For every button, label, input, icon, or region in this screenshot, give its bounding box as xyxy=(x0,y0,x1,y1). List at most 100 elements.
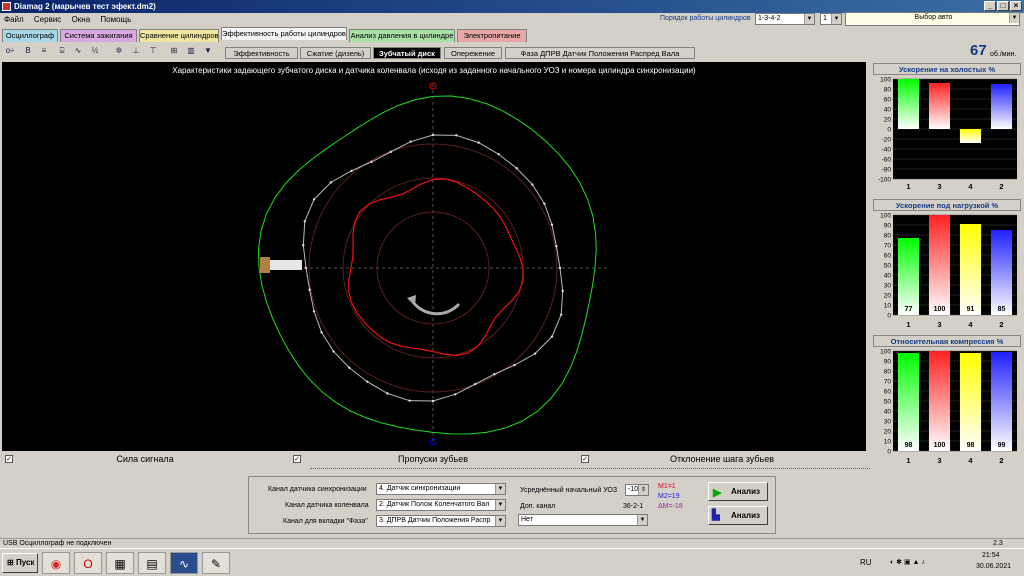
bar-value-label: 91 xyxy=(967,306,975,313)
tooth-point-10 xyxy=(558,266,562,270)
measure-icon[interactable]: ⊞ xyxy=(167,44,181,58)
tab-3[interactable]: Сравнение цилиндров xyxy=(139,29,219,42)
paint-icon[interactable]: ✎ xyxy=(202,552,230,574)
menu-help[interactable]: Помощь xyxy=(100,15,131,24)
tooth-point-26 xyxy=(312,310,316,313)
chrome-icon[interactable]: ◉ xyxy=(42,552,70,574)
tooth-point-29 xyxy=(302,243,305,247)
chevron-down-icon: ▼ xyxy=(831,14,841,24)
menu-file[interactable]: Файл xyxy=(4,15,24,24)
language-indicator[interactable]: RU xyxy=(860,558,872,567)
checkbox-icon: ✓ xyxy=(5,455,13,463)
auto-select[interactable]: Выбор авто ▼ xyxy=(845,12,1020,26)
opera-icon[interactable]: O xyxy=(74,552,102,574)
legend-tooth-deviation[interactable]: ✓ Отклонение шага зубьев xyxy=(578,453,866,466)
tab-6[interactable]: Электропитание xyxy=(457,29,527,42)
crank-channel-select[interactable]: 2. Датчик Полож Коленчатого Вал ▼ xyxy=(376,499,506,511)
fraction-icon[interactable]: ½ xyxy=(88,44,102,58)
uoz-stepper[interactable]: -10 ⇕ xyxy=(625,484,649,496)
clock-date[interactable]: 30.06.2021 xyxy=(976,563,1011,570)
chart-icon[interactable]: ⌸ xyxy=(55,44,69,58)
bar-2 xyxy=(990,230,1013,315)
tooth-pattern: 36-2-1 xyxy=(623,503,644,510)
y-tick-label: 10 xyxy=(884,439,892,446)
x-tick-label: 3 xyxy=(937,182,941,191)
rotation-arrowhead xyxy=(407,295,416,306)
cylinder-select[interactable]: 1 ▼ xyxy=(820,13,842,25)
tooth-disc-plot[interactable]: Характеристики задающего зубчатого диска… xyxy=(2,62,866,451)
clock-time[interactable]: 21:54 xyxy=(982,552,1000,559)
chevron-down-icon: ▼ xyxy=(495,516,505,526)
tooth-point-8 xyxy=(550,223,554,226)
y-tick-label: 40 xyxy=(884,409,892,416)
tab-5[interactable]: Анализ давления в цилиндре xyxy=(349,29,455,42)
tab-2[interactable]: Система зажигания xyxy=(60,29,137,42)
bar-value-label: 99 xyxy=(998,442,1006,449)
diamag-icon[interactable]: ∿ xyxy=(170,552,198,574)
transform-icon[interactable]: ⊤ xyxy=(146,44,160,58)
load-acceleration-chart: 10090807060504030201007711003914852 xyxy=(880,213,1017,329)
tray-icons[interactable]: ◐ ✱ ▣ ▲ ♪ xyxy=(890,558,925,566)
curve-icon[interactable]: ∿ xyxy=(71,44,85,58)
bar-4 xyxy=(959,353,982,451)
tooth-point-36 xyxy=(409,140,412,143)
minimize-button[interactable]: _ xyxy=(984,1,996,11)
legend-signal-strength[interactable]: ✓ Сила сигнала xyxy=(2,453,288,466)
document-icon[interactable]: ▤ xyxy=(138,552,166,574)
close-button[interactable]: × xyxy=(1010,1,1022,11)
subtab-4[interactable]: Опережение xyxy=(444,47,502,59)
tooth-point-34 xyxy=(370,160,373,163)
tab-1[interactable]: Осциллограф xyxy=(2,29,58,42)
subtab-2[interactable]: Сжатие (дизель) xyxy=(300,47,371,59)
tooth-point-35 xyxy=(389,150,392,154)
maximize-button[interactable]: □ xyxy=(997,1,1009,11)
y-tick-label: -80 xyxy=(882,167,892,174)
analyze-button[interactable]: ▶ Анализ xyxy=(708,482,768,501)
start-button[interactable]: ⊞ Пуск xyxy=(2,553,38,573)
tooth-point-6 xyxy=(531,183,534,186)
y-tick-label: -20 xyxy=(882,137,892,144)
x-tick-label: 1 xyxy=(906,456,910,465)
x-tick-label: 2 xyxy=(999,456,1003,465)
bar-value-label: 77 xyxy=(905,306,913,313)
legend-missing-teeth[interactable]: ✓ Пропуски зубьев xyxy=(290,453,576,466)
tab-4[interactable]: Эффективность работы цилиндров xyxy=(221,27,347,40)
chevron-down-icon: ▼ xyxy=(1009,13,1019,23)
rpm-value: 67 xyxy=(970,42,987,59)
bar-4 xyxy=(959,224,982,315)
tooth-point-24 xyxy=(332,350,335,353)
bars-icon[interactable]: ▥ xyxy=(184,44,198,58)
order-select[interactable]: 1-3-4-2 ▼ xyxy=(755,13,815,25)
chevron-down-icon: ▼ xyxy=(637,515,647,525)
sync-channel-select[interactable]: 4. Датчик синхронизации ▼ xyxy=(376,483,506,495)
ruler-icon[interactable]: ≡ xyxy=(37,44,51,58)
tooth-point-17 xyxy=(474,382,477,386)
scale-icon[interactable]: ⊥ xyxy=(129,44,143,58)
spinner-icon: ⇕ xyxy=(638,485,648,495)
splitter[interactable] xyxy=(310,468,870,472)
subtab-1[interactable]: Эффективность xyxy=(225,47,298,59)
y-tick-label: 40 xyxy=(884,107,892,114)
filter-icon[interactable]: ▼ xyxy=(201,44,215,58)
bold-icon[interactable]: B xyxy=(21,44,35,58)
relative-compression-chart: 10090807060504030201009811003984992 xyxy=(880,349,1017,465)
calculator-icon[interactable]: ▦ xyxy=(106,552,134,574)
subtab-3[interactable]: Зубчатый диск xyxy=(373,47,441,59)
subtab-5[interactable]: Фаза ДПРВ Датчик Положения Распред Вала xyxy=(505,47,695,59)
status-text: USB Осциллограф не подключен xyxy=(3,540,112,547)
y-tick-label: 40 xyxy=(884,273,892,280)
analyze-graph-button[interactable]: ▙ Анализ xyxy=(708,506,768,525)
y-tick-label: 10 xyxy=(884,303,892,310)
bar-2 xyxy=(990,352,1013,451)
phase-channel-select[interactable]: 3. ДПРВ Датчик Положения Распр ▼ xyxy=(376,515,506,527)
menu-service[interactable]: Сервис xyxy=(34,15,61,24)
bar-3 xyxy=(928,351,951,451)
tools-icon[interactable]: ✲ xyxy=(112,44,126,58)
aux-channel-select[interactable]: Нет ▼ xyxy=(518,514,648,526)
menu-windows[interactable]: Окна xyxy=(72,15,91,24)
polar-plot xyxy=(257,82,607,446)
y-tick-label: 60 xyxy=(884,97,892,104)
bar-1 xyxy=(897,79,920,129)
tooth-point-32 xyxy=(329,181,333,184)
zoom-icon[interactable]: о÷ xyxy=(3,44,17,58)
